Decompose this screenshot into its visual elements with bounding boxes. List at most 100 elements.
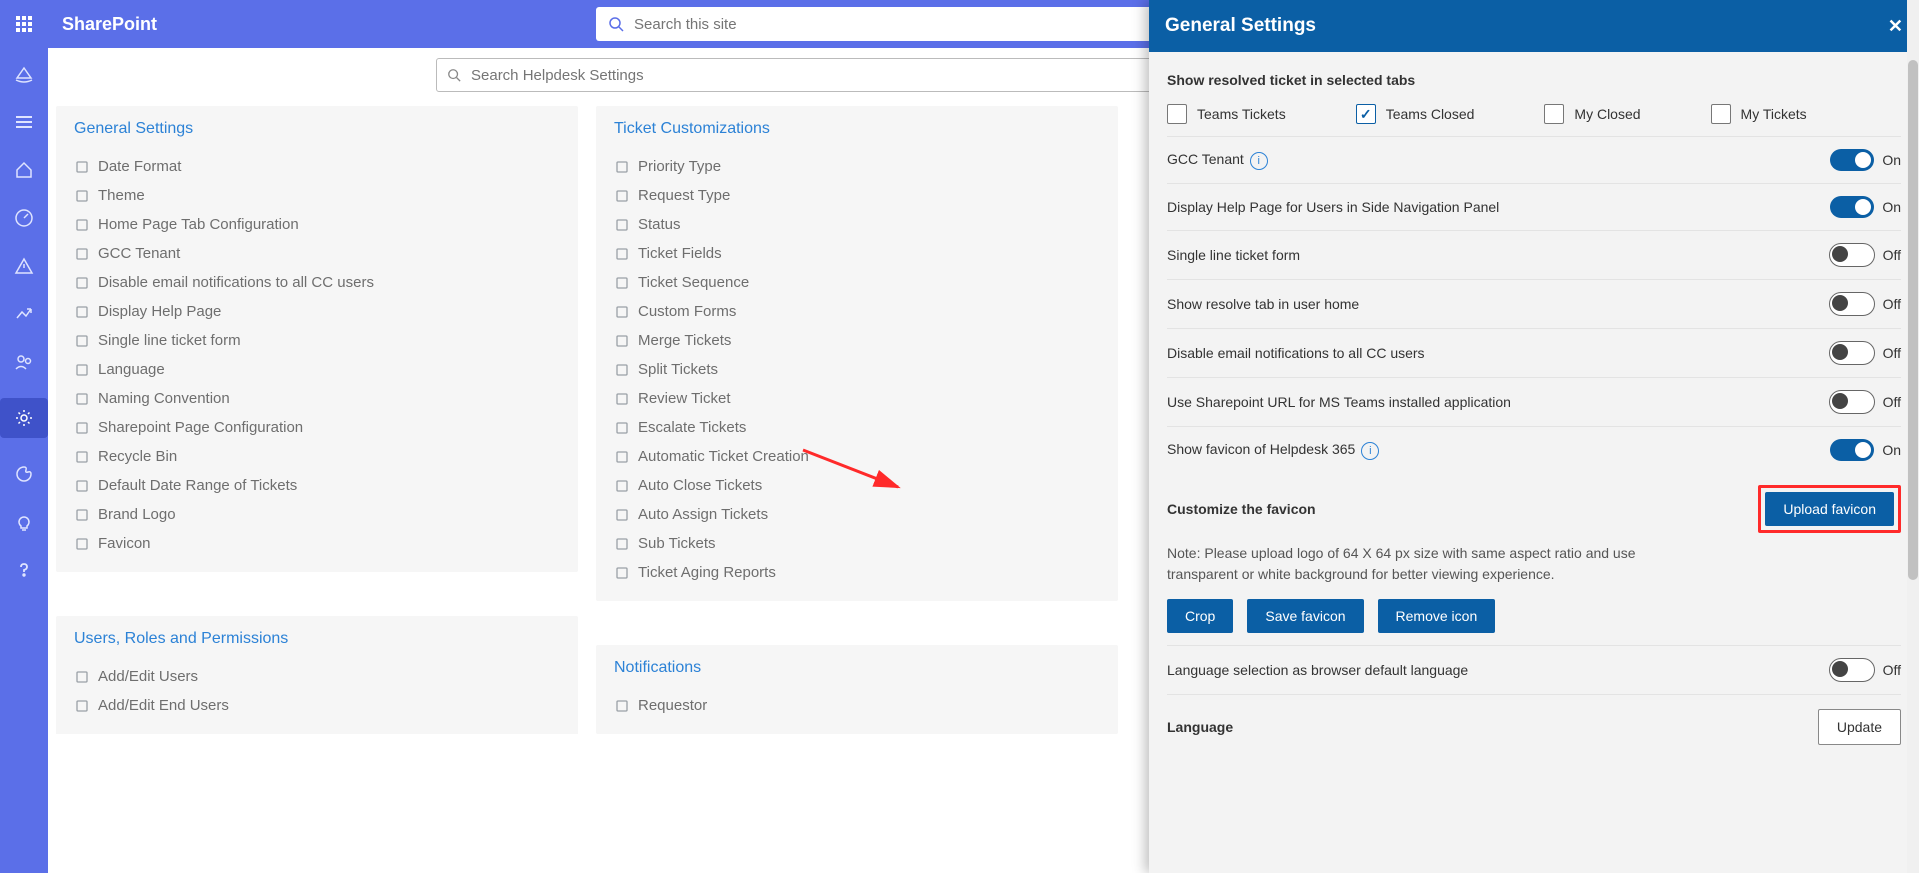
global-search[interactable] [596,7,1220,41]
setting-label: Disable email notifications to all CC us… [1167,345,1425,361]
alert-icon[interactable] [12,254,36,278]
toggle[interactable]: Off [1829,292,1901,316]
settings-link[interactable]: GCC Tenant [74,239,560,268]
item-label: Ticket Fields [638,245,722,262]
setting-row: Show resolve tab in user homeOff [1167,280,1901,329]
settings-icon[interactable] [0,398,48,438]
settings-link[interactable]: Add/Edit End Users [74,691,560,720]
save-favicon-button[interactable]: Save favicon [1247,599,1363,633]
settings-link[interactable]: Single line ticket form [74,326,560,355]
users-roles-card: Users, Roles and Permissions Add/Edit Us… [56,616,578,734]
settings-link[interactable]: Brand Logo [74,500,560,529]
ticket-customizations-card: Ticket Customizations Priority TypeReque… [596,106,1118,601]
remove-icon-button[interactable]: Remove icon [1378,599,1496,633]
toggle[interactable]: Off [1829,243,1901,267]
panel-scrollbar[interactable] [1907,0,1919,873]
boat-icon[interactable] [12,62,36,86]
settings-link[interactable]: Split Tickets [614,355,1100,384]
item-icon [74,188,90,204]
toggle[interactable]: Off [1829,390,1901,414]
item-icon [74,217,90,233]
chart-icon[interactable] [12,302,36,326]
settings-link[interactable]: Merge Tickets [614,326,1100,355]
toggle-state: Off [1883,394,1901,410]
item-label: Custom Forms [638,303,736,320]
item-icon [614,478,630,494]
item-label: Recycle Bin [98,448,177,465]
close-button[interactable]: ✕ [1888,16,1903,37]
checkbox-teams-closed[interactable]: Teams Closed [1356,104,1475,124]
item-label: Default Date Range of Tickets [98,477,297,494]
bulb-icon[interactable] [12,510,36,534]
card-title: Users, Roles and Permissions [74,630,560,648]
info-icon[interactable]: i [1361,442,1379,460]
home-icon[interactable] [12,158,36,182]
settings-link[interactable]: Escalate Tickets [614,413,1100,442]
settings-link[interactable]: Language [74,355,560,384]
global-search-input[interactable] [632,15,1208,34]
settings-link[interactable]: Theme [74,181,560,210]
settings-link[interactable]: Request Type [614,181,1100,210]
card-title: Notifications [614,659,1100,677]
palette-icon[interactable] [12,462,36,486]
settings-link[interactable]: Default Date Range of Tickets [74,471,560,500]
settings-link[interactable]: Date Format [74,152,560,181]
settings-link[interactable]: Ticket Sequence [614,268,1100,297]
settings-link[interactable]: Status [614,210,1100,239]
settings-link[interactable]: Display Help Page [74,297,560,326]
upload-favicon-button[interactable]: Upload favicon [1765,492,1894,526]
item-icon [614,217,630,233]
item-icon [74,333,90,349]
settings-link[interactable]: Auto Close Tickets [614,471,1100,500]
settings-link[interactable]: Favicon [74,529,560,558]
item-label: Ticket Sequence [638,274,749,291]
settings-link[interactable]: Auto Assign Tickets [614,500,1100,529]
settings-search-input[interactable] [469,66,1147,85]
settings-link[interactable]: Recycle Bin [74,442,560,471]
people-icon[interactable] [12,350,36,374]
settings-link[interactable]: Sub Tickets [614,529,1100,558]
settings-link[interactable]: Custom Forms [614,297,1100,326]
setting-label: GCC Tenanti [1167,151,1268,170]
menu-icon[interactable] [12,110,36,134]
update-button[interactable]: Update [1818,709,1901,745]
item-label: Merge Tickets [638,332,731,349]
settings-link[interactable]: Add/Edit Users [74,662,560,691]
item-label: Escalate Tickets [638,419,746,436]
gauge-icon[interactable] [12,206,36,230]
setting-label: Display Help Page for Users in Side Navi… [1167,199,1499,215]
settings-link[interactable]: Naming Convention [74,384,560,413]
checkbox-teams-tickets[interactable]: Teams Tickets [1167,104,1286,124]
settings-link[interactable]: Disable email notifications to all CC us… [74,268,560,297]
item-icon [614,536,630,552]
item-icon [74,362,90,378]
settings-link[interactable]: Priority Type [614,152,1100,181]
item-icon [614,188,630,204]
toggle[interactable]: On [1830,439,1901,461]
checkbox-my-tickets[interactable]: My Tickets [1711,104,1807,124]
app-launcher-button[interactable] [0,16,48,32]
settings-link[interactable]: Ticket Aging Reports [614,558,1100,587]
settings-link[interactable]: Requestor [614,691,1100,720]
settings-link[interactable]: Automatic Ticket Creation [614,442,1100,471]
info-icon[interactable]: i [1250,152,1268,170]
settings-link[interactable]: Sharepoint Page Configuration [74,413,560,442]
setting-label: Single line ticket form [1167,247,1300,263]
toggle[interactable]: On [1830,196,1901,218]
help-icon[interactable] [12,558,36,582]
setting-label: Language selection as browser default la… [1167,662,1468,678]
settings-link[interactable]: Home Page Tab Configuration [74,210,560,239]
crop-button[interactable]: Crop [1167,599,1233,633]
item-icon [614,420,630,436]
settings-link[interactable]: Review Ticket [614,384,1100,413]
checkbox-label: My Closed [1574,106,1640,122]
settings-search[interactable] [436,58,1158,92]
item-label: Home Page Tab Configuration [98,216,299,233]
checkbox-my-closed[interactable]: My Closed [1544,104,1640,124]
settings-link[interactable]: Ticket Fields [614,239,1100,268]
toggle[interactable]: Off [1829,658,1901,682]
toggle[interactable]: Off [1829,341,1901,365]
item-icon [74,391,90,407]
toggle[interactable]: On [1830,149,1901,171]
item-icon [74,536,90,552]
